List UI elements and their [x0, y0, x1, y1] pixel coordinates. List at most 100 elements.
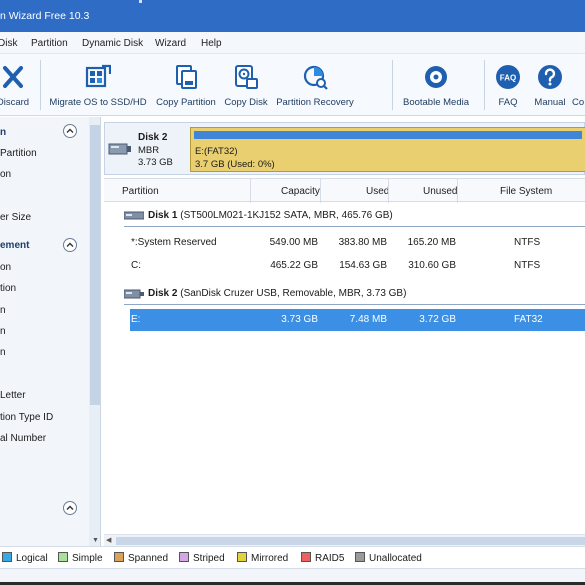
header-used[interactable]: Used [366, 186, 389, 197]
operation-item[interactable]: tion [0, 283, 16, 294]
legend-swatch [2, 552, 12, 562]
menu-partition[interactable]: Partition [31, 38, 68, 49]
help-manual-icon [538, 65, 562, 89]
cell-file-system: FAT32 [514, 314, 543, 325]
wizard-item[interactable]: er Size [0, 212, 31, 223]
faq-button[interactable]: FAQ FAQ [490, 54, 526, 116]
header-capacity[interactable]: Capacity [281, 186, 320, 197]
partition-map-usage: 3.7 GB (Used: 0%) [195, 159, 275, 170]
partition-usage-bar [194, 131, 582, 139]
operations-panel: n Partition on er Size ement on tion n n… [0, 117, 101, 546]
chevron-up-icon [66, 128, 74, 133]
operation-item[interactable]: on [0, 262, 11, 273]
migrate-os-label: Migrate OS to SSD/HD [49, 97, 147, 108]
operation-item[interactable]: n [0, 347, 6, 358]
legend-spanned: Spanned [114, 552, 168, 564]
wizard-item[interactable]: on [0, 169, 11, 180]
table-row-selected[interactable]: E: 3.73 GB 7.48 MB 3.72 GB FAT32 [130, 309, 585, 331]
scroll-left-arrow-icon[interactable]: ◀ [106, 536, 111, 544]
disk-separator [124, 226, 585, 227]
header-file-system[interactable]: File System [500, 186, 552, 197]
table-row[interactable]: C: 465.22 GB 154.63 GB 310.60 GB NTFS [130, 255, 585, 277]
column-divider[interactable] [320, 179, 321, 203]
manual-button[interactable]: Manual [530, 54, 570, 116]
wizard-item[interactable]: Partition [0, 148, 37, 159]
menu-dynamic-disk[interactable]: Dynamic Disk [82, 38, 143, 49]
disk-2-row[interactable]: Disk 2 (SanDisk Cruzer USB, Removable, M… [104, 283, 585, 305]
legend-label: RAID5 [315, 553, 345, 564]
legend-swatch [58, 552, 68, 562]
operation-item[interactable]: n [0, 326, 6, 337]
collapse-wizard-button[interactable] [63, 124, 77, 138]
panel-scrollbar[interactable] [89, 117, 100, 546]
migrate-os-button[interactable]: Migrate OS to SSD/HD [46, 54, 150, 116]
legend-logical: Logical [2, 552, 48, 564]
operation-item[interactable]: tion Type ID [0, 412, 53, 423]
legend-raid5: RAID5 [301, 552, 344, 564]
header-unused[interactable]: Unused [423, 186, 457, 197]
status-bar [0, 568, 585, 585]
legend-striped: Striped [179, 552, 225, 564]
menu-disk[interactable]: Disk [0, 38, 17, 49]
discard-label: Discard [0, 97, 30, 108]
cell-used: 154.63 GB [339, 260, 387, 271]
menu-wizard[interactable]: Wizard [155, 38, 186, 49]
toolbar-divider [484, 60, 485, 110]
horizontal-scroll-thumb[interactable] [116, 537, 585, 545]
disk-map-size: 3.73 GB [138, 157, 173, 168]
legend-mirrored: Mirrored [237, 552, 288, 564]
cell-capacity: 3.73 GB [281, 314, 318, 325]
scroll-down-arrow-icon[interactable]: ▼ [92, 537, 99, 544]
copy-partition-label: Copy Partition [156, 97, 216, 108]
collapse-operations-button[interactable] [63, 238, 77, 252]
window-title: n Wizard Free 10.3 [0, 10, 90, 22]
operation-item[interactable]: al Number [0, 433, 46, 444]
copy-disk-label: Copy Disk [224, 97, 268, 108]
disk-1-row[interactable]: Disk 1 (ST500LM021-1KJ152 SATA, MBR, 465… [104, 205, 585, 227]
disk-map-type: MBR [138, 145, 160, 156]
toolbar: Discard Migrate OS to SSD/HD Copy Partit… [0, 54, 585, 116]
legend-label: Unallocated [369, 553, 422, 564]
partition-recovery-icon [303, 65, 328, 90]
column-divider[interactable] [250, 179, 251, 203]
legend-simple: Simple [58, 552, 103, 564]
contact-label: Co [572, 97, 585, 108]
disk-2-name: Disk 2 [148, 288, 178, 299]
copy-partition-icon [176, 65, 197, 89]
menu-help[interactable]: Help [201, 38, 222, 49]
column-divider[interactable] [457, 179, 458, 203]
discard-button[interactable]: Discard [0, 54, 38, 116]
copy-partition-button[interactable]: Copy Partition [154, 54, 218, 116]
header-partition[interactable]: Partition [122, 186, 159, 197]
horizontal-scrollbar[interactable]: ◀ [104, 534, 585, 546]
copy-disk-button[interactable]: Copy Disk [221, 54, 271, 116]
legend-label: Mirrored [251, 553, 289, 564]
legend-label: Striped [193, 553, 225, 564]
legend-label: Spanned [128, 553, 169, 564]
usb-disk-icon [108, 143, 131, 155]
faq-icon-text: FAQ [500, 74, 516, 83]
panel-scroll-thumb[interactable] [90, 125, 100, 405]
disk-map-partition-e[interactable]: E:(FAT32) 3.7 GB (Used: 0%) [190, 127, 585, 172]
wizard-section-title: n [0, 127, 7, 138]
partition-recovery-button[interactable]: Partition Recovery [273, 54, 357, 116]
disk-map-card[interactable]: Disk 2 MBR 3.73 GB E:(FAT32) 3.7 GB (Use… [104, 122, 585, 175]
contact-button[interactable]: Co [572, 54, 585, 116]
cell-partition: *:System Reserved [131, 237, 217, 248]
partition-map-label: E:(FAT32) [195, 146, 238, 157]
toolbar-divider [392, 60, 393, 110]
partition-recovery-label: Partition Recovery [276, 97, 354, 108]
disk-separator [124, 304, 585, 305]
operation-item[interactable]: Letter [0, 390, 26, 401]
cell-capacity: 549.00 MB [269, 237, 318, 248]
column-divider[interactable] [388, 179, 389, 203]
partition-legend: Logical Simple Spanned Striped Mirrored … [0, 546, 585, 568]
bootable-media-icon [425, 66, 447, 88]
operation-item[interactable]: n [0, 305, 6, 316]
faq-icon: FAQ [496, 65, 520, 89]
bootable-media-button[interactable]: Bootable Media [399, 54, 473, 116]
legend-unallocated: Unallocated [355, 552, 422, 564]
table-row[interactable]: *:System Reserved 549.00 MB 383.80 MB 16… [130, 232, 585, 254]
cell-unused: 310.60 GB [408, 260, 456, 271]
collapse-section-button[interactable] [63, 501, 77, 515]
